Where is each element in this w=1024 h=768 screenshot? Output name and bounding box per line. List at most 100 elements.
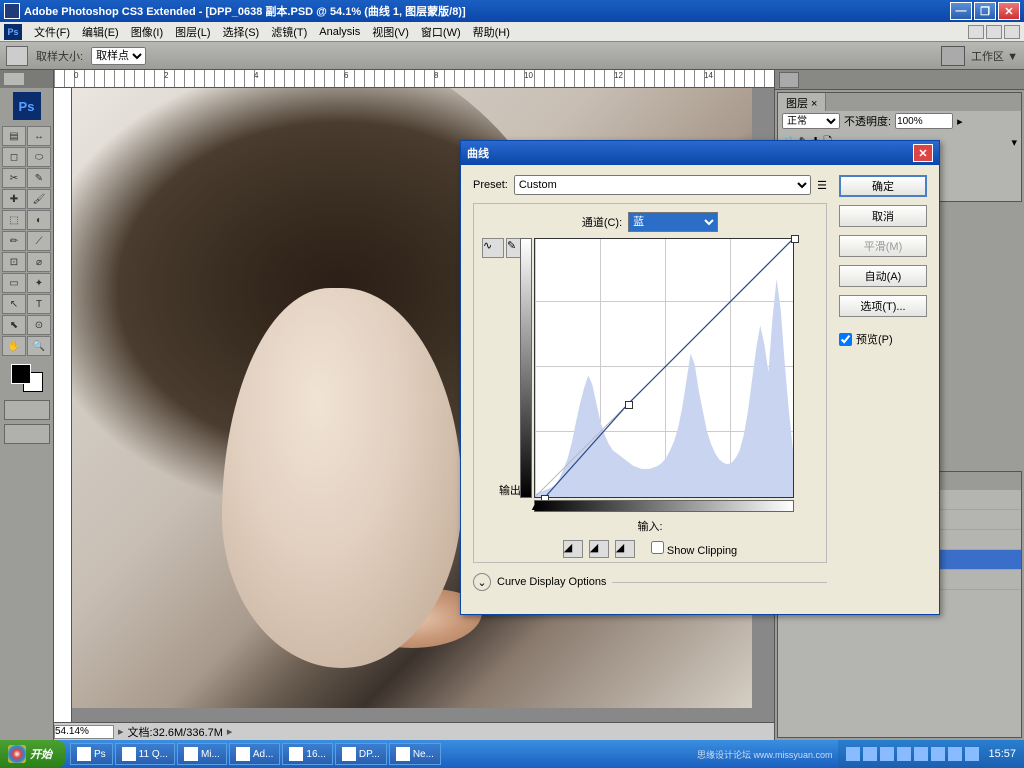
preview-checkbox[interactable]: 预览(P) [839,331,927,347]
menu-bar: Ps 文件(F)编辑(E)图像(I)图层(L)选择(S)滤镜(T)Analysi… [0,22,1024,42]
menu-e[interactable]: 编辑(E) [76,22,125,42]
tool-14[interactable]: ▭ [2,273,26,293]
opacity-input[interactable] [895,113,953,129]
tools-panel: Ps ▤↔◻⬭✂✎✚🖌⬚◐✏⟋⊡⌀▭✦↖T⬉⊙✋🔍 [0,70,54,740]
taskbar-item[interactable]: Ne... [389,743,441,765]
status-chevron-icon[interactable]: ▸ [114,725,128,738]
dialog-close-button[interactable]: ✕ [913,144,933,162]
menu-s[interactable]: 选择(S) [217,22,266,42]
doc-minimize-button[interactable] [968,25,984,39]
preset-menu-icon[interactable]: ☰ [817,179,827,192]
ok-button[interactable]: 确定 [839,175,927,197]
menu-w[interactable]: 窗口(W) [415,22,467,42]
dialog-title: 曲线 [467,145,489,161]
menu-f[interactable]: 文件(F) [28,22,76,42]
menu-v[interactable]: 视图(V) [366,22,415,42]
auto-button[interactable]: 自动(A) [839,265,927,287]
tool-20[interactable]: ✋ [2,336,26,356]
tool-4[interactable]: ✂ [2,168,26,188]
status-menu-icon[interactable]: ▸ [223,725,237,738]
show-clipping-checkbox[interactable]: Show Clipping [651,541,737,557]
go-to-bridge-icon[interactable] [941,46,965,66]
tool-19[interactable]: ⊙ [27,315,51,335]
taskbar-item[interactable]: DP... [335,743,387,765]
preset-select[interactable]: Custom [514,175,811,195]
cancel-button[interactable]: 取消 [839,205,927,227]
tool-10[interactable]: ✏ [2,231,26,251]
maximize-button[interactable]: ❐ [974,2,996,20]
workspace-menu[interactable]: 工作区 ▼ [971,48,1018,64]
opacity-label: 不透明度: [844,113,891,129]
channel-select[interactable]: 蓝 [628,212,718,232]
tool-5[interactable]: ✎ [27,168,51,188]
screenmode-toggle[interactable] [4,424,50,444]
tray-icon[interactable] [897,747,911,761]
taskbar-item[interactable]: 11 Q... [115,743,175,765]
menu-t[interactable]: 滤镜(T) [265,22,313,42]
tool-12[interactable]: ⊡ [2,252,26,272]
tool-11[interactable]: ⟋ [27,231,51,251]
clock: 15:57 [988,748,1016,760]
foreground-color-swatch[interactable] [11,364,31,384]
dialog-titlebar[interactable]: 曲线 ✕ [461,141,939,165]
color-swatches[interactable] [11,364,43,392]
gray-point-eyedropper-icon[interactable]: ◢ [589,540,609,558]
panel-options-icon[interactable] [779,72,799,88]
options-button[interactable]: 选项(T)... [839,295,927,317]
tray-icon[interactable] [863,747,877,761]
blend-mode-select[interactable]: 正常 [782,113,840,129]
eyedropper-tool-icon[interactable] [6,46,28,66]
tool-3[interactable]: ⬭ [27,147,51,167]
tab-layers[interactable]: 图层 × [778,93,826,111]
menu-l[interactable]: 图层(L) [169,22,216,42]
tool-17[interactable]: T [27,294,51,314]
tray-icon[interactable] [965,747,979,761]
tool-8[interactable]: ⬚ [2,210,26,230]
tray-icon[interactable] [948,747,962,761]
tool-18[interactable]: ⬉ [2,315,26,335]
fill-chevron-icon[interactable]: ▾ [1011,136,1017,149]
tray-icon[interactable] [880,747,894,761]
tool-7[interactable]: 🖌 [27,189,51,209]
tool-16[interactable]: ↖ [2,294,26,314]
menu-i[interactable]: 图像(I) [125,22,169,42]
input-label: 输入: [637,521,662,533]
tool-6[interactable]: ✚ [2,189,26,209]
tool-2[interactable]: ◻ [2,147,26,167]
curve-point-tool-icon[interactable]: ∿ [482,238,504,258]
taskbar-item[interactable]: Mi... [177,743,227,765]
ps-logo-icon: Ps [4,24,22,40]
taskbar-item[interactable]: Ad... [229,743,281,765]
start-button[interactable]: 开始 [0,740,66,768]
tool-13[interactable]: ⌀ [27,252,51,272]
tool-1[interactable]: ↔ [27,126,51,146]
zoom-input[interactable] [54,725,114,739]
quickmask-toggle[interactable] [4,400,50,420]
tool-21[interactable]: 🔍 [27,336,51,356]
doc-close-button[interactable] [1004,25,1020,39]
sample-size-select[interactable]: 取样点 [91,47,146,65]
taskbar-item[interactable]: Ps [70,743,113,765]
white-point-eyedropper-icon[interactable]: ◢ [615,540,635,558]
system-tray[interactable]: 15:57 [838,740,1024,768]
close-button[interactable]: ✕ [998,2,1020,20]
curve-point[interactable] [625,401,633,409]
minimize-button[interactable]: — [950,2,972,20]
curve-display-toggle-icon[interactable]: ⌄ [473,573,491,591]
curve-graph[interactable]: ▲ [534,238,794,498]
tool-9[interactable]: ◐ [27,210,51,230]
menu-analysis[interactable]: Analysis [313,24,366,40]
taskbar-item[interactable]: 16... [282,743,332,765]
tray-icon[interactable] [846,747,860,761]
opacity-chevron-icon[interactable]: ▸ [957,115,963,128]
tool-0[interactable]: ▤ [2,126,26,146]
black-point-eyedropper-icon[interactable]: ◢ [563,540,583,558]
tool-15[interactable]: ✦ [27,273,51,293]
menu-h[interactable]: 帮助(H) [467,22,516,42]
windows-taskbar: 开始 Ps11 Q...Mi...Ad...16...DP...Ne... 思缘… [0,740,1024,768]
tray-icon[interactable] [931,747,945,761]
doc-restore-button[interactable] [986,25,1002,39]
output-gradient [520,238,532,498]
curve-point[interactable] [791,235,799,243]
tray-icon[interactable] [914,747,928,761]
